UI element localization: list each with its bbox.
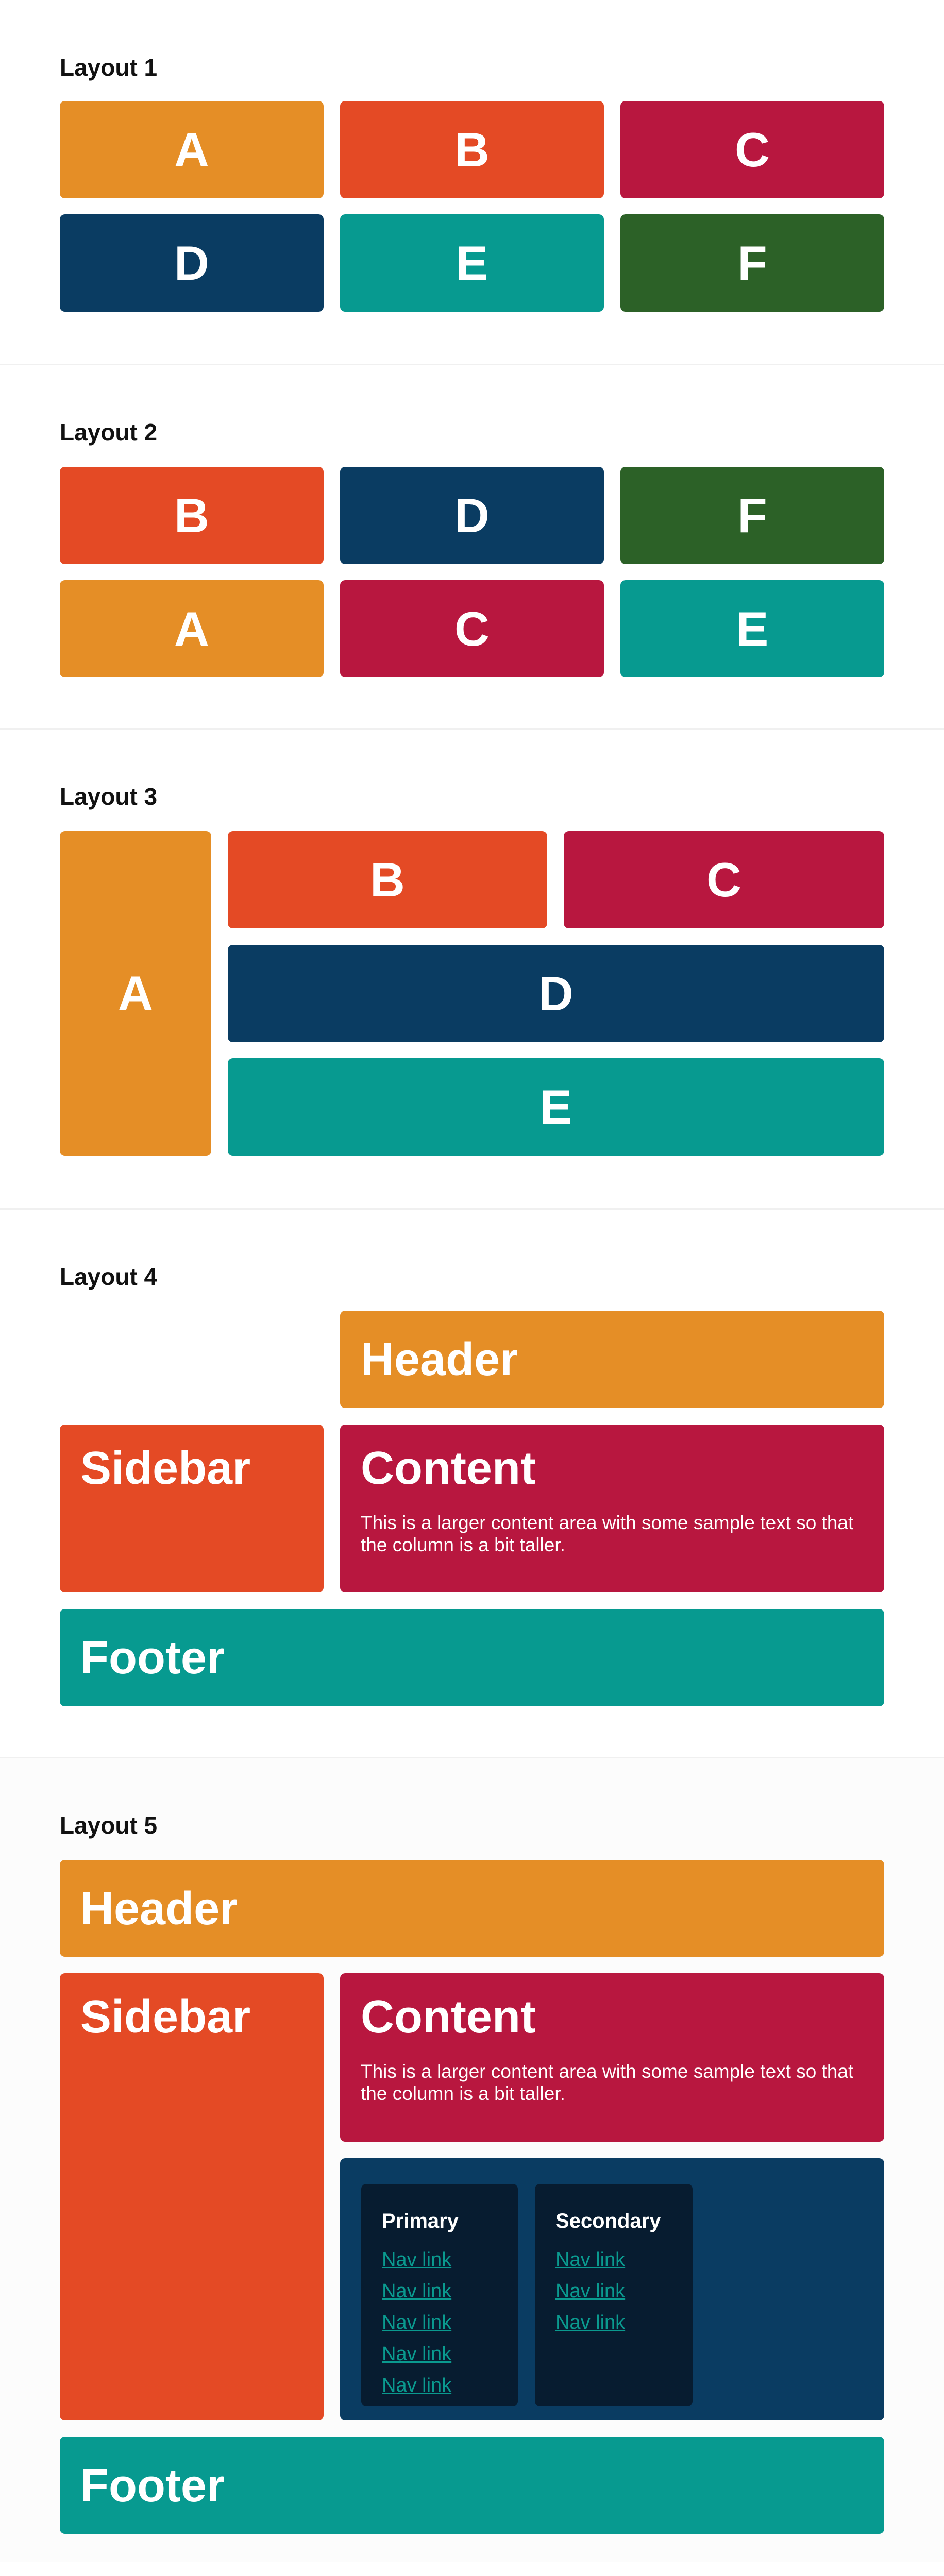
nav-card-primary: Primary Nav link Nav link Nav link Nav l…	[361, 2184, 518, 2406]
nav-link[interactable]: Nav link	[382, 2338, 497, 2370]
layout2-box-d: D	[340, 467, 604, 564]
content-title: Content	[361, 1991, 536, 2043]
sidebar-label: Sidebar	[80, 1443, 251, 1494]
footer-label: Footer	[80, 2460, 225, 2512]
nav-card-secondary: Secondary Nav link Nav link Nav link	[535, 2184, 693, 2406]
content-text: This is a larger content area with some …	[361, 2061, 854, 2104]
footer-label: Footer	[80, 1632, 225, 1684]
layout1-box-e: E	[340, 214, 604, 312]
layout4-title: Layout 4	[60, 1263, 158, 1290]
layout5-header: Header	[60, 1860, 884, 1957]
layout4-header: Header	[340, 1311, 884, 1408]
divider	[0, 728, 944, 730]
header-label: Header	[361, 1334, 518, 1385]
layout5-footer: Footer	[60, 2437, 884, 2534]
layout3-box-d: D	[228, 945, 884, 1042]
layout2-box-a: A	[60, 580, 324, 677]
layout3-box-b: B	[228, 831, 547, 928]
sidebar-label: Sidebar	[80, 1991, 251, 2043]
header-label: Header	[80, 1883, 238, 1935]
nav-title: Primary	[382, 2210, 459, 2232]
layout5-sidebar: Sidebar	[60, 1973, 324, 2420]
layout5-title: Layout 5	[60, 1812, 158, 1839]
layout1-box-c: C	[620, 101, 884, 198]
layout2-title: Layout 2	[60, 419, 158, 446]
layout1-box-f: F	[620, 214, 884, 312]
layout1-box-a: A	[60, 101, 324, 198]
content-title: Content	[361, 1443, 536, 1494]
layout5-content: Content This is a larger content area wi…	[340, 1973, 884, 2142]
layout3-title: Layout 3	[60, 783, 158, 810]
nav-link[interactable]: Nav link	[555, 2307, 672, 2338]
layout3-box-c: C	[564, 831, 884, 928]
layout1-box-d: D	[60, 214, 324, 312]
layout1-title: Layout 1	[60, 54, 158, 81]
nav-title: Secondary	[555, 2210, 661, 2232]
layout2-box-e: E	[620, 580, 884, 677]
content-text: This is a larger content area with some …	[361, 1512, 854, 1555]
layout3-box-a: A	[60, 831, 211, 1156]
nav-link[interactable]: Nav link	[555, 2244, 672, 2276]
divider	[0, 1208, 944, 1210]
layout2-box-f: F	[620, 467, 884, 564]
layout2-box-c: C	[340, 580, 604, 677]
nav-link[interactable]: Nav link	[382, 2370, 497, 2401]
layout3-box-e: E	[228, 1058, 884, 1156]
layout4-footer: Footer	[60, 1609, 884, 1706]
layout4-content: Content This is a larger content area wi…	[340, 1425, 884, 1592]
nav-link[interactable]: Nav link	[382, 2307, 497, 2338]
layout1-box-b: B	[340, 101, 604, 198]
nav-link[interactable]: Nav link	[382, 2276, 497, 2307]
nav-link[interactable]: Nav link	[555, 2276, 672, 2307]
nav-link[interactable]: Nav link	[382, 2244, 497, 2276]
divider	[0, 364, 944, 365]
layout2-box-b: B	[60, 467, 324, 564]
layout4-sidebar: Sidebar	[60, 1425, 324, 1592]
